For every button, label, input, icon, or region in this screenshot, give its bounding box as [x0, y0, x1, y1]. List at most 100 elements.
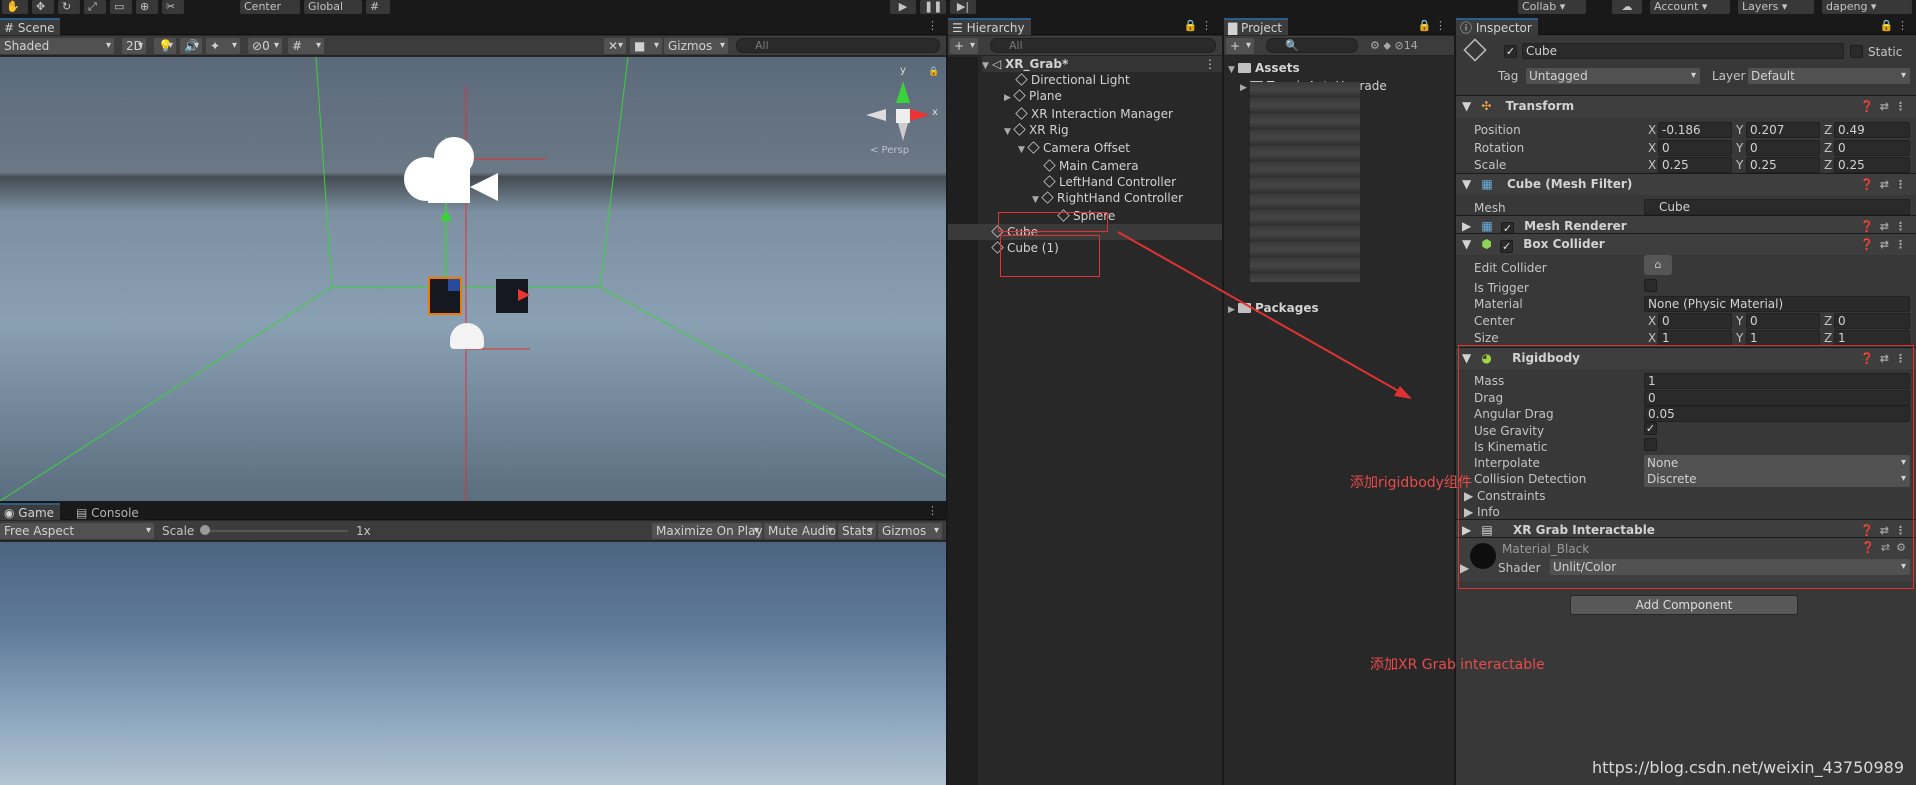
foldout-arrow-icon[interactable]: ▼: [1456, 177, 1471, 191]
tab-game[interactable]: ◉ Game: [0, 503, 61, 520]
camera-gizmo-icon[interactable]: [404, 137, 500, 207]
pivot-center-toggle[interactable]: Center: [240, 0, 300, 14]
mute-audio-toggle[interactable]: Mute Audio: [764, 523, 836, 539]
rotation-y-field[interactable]: 0: [1746, 140, 1820, 156]
scene-viewport[interactable]: y x < Persp 🔒: [0, 57, 946, 501]
project-menu-icon[interactable]: 🔒 ⋮: [1418, 19, 1446, 32]
hierarchy-item-main-camera[interactable]: Main Camera: [982, 158, 1222, 174]
gizmo-center-cube-icon[interactable]: [896, 109, 910, 123]
rect-tool-icon[interactable]: ▭: [110, 0, 132, 14]
collapse-arrow-icon[interactable]: ▼: [1228, 62, 1238, 78]
hierarchy-item-xr-interaction-manager[interactable]: XR Interaction Manager: [982, 106, 1222, 122]
scale-slider-thumb[interactable]: [200, 525, 210, 535]
hierarchy-item-xr-rig[interactable]: ▼ XR Rig: [982, 122, 1222, 140]
layer-dropdown[interactable]: Default: [1748, 68, 1910, 84]
gizmo-x-cone-icon[interactable]: [910, 109, 930, 121]
game-menu-icon[interactable]: ⋮: [927, 504, 938, 517]
pivot-global-toggle[interactable]: Global: [304, 0, 362, 14]
tag-dropdown[interactable]: Untagged: [1526, 68, 1700, 84]
maximize-on-play-toggle[interactable]: Maximize On Play: [652, 523, 763, 539]
assets-folder[interactable]: ▼ Assets: [1228, 60, 1454, 78]
hidden-objects-toggle[interactable]: ⊘0: [248, 38, 282, 54]
position-y-field[interactable]: 0.207: [1746, 122, 1820, 138]
mesh-filter-header[interactable]: ▼ ▦ Cube (Mesh Filter) ❓⇄⋮: [1456, 173, 1916, 195]
foldout-arrow-icon[interactable]: ▼: [1456, 237, 1471, 251]
aspect-dropdown[interactable]: Free Aspect: [0, 523, 154, 539]
component-menu-icons[interactable]: ❓⇄⋮: [1860, 234, 1912, 255]
layers-dropdown[interactable]: Layers ▾: [1738, 0, 1814, 14]
gizmo-neg-y-cone-icon[interactable]: [898, 123, 908, 141]
collapse-arrow-icon[interactable]: ▼: [1032, 192, 1042, 208]
tab-hierarchy[interactable]: ☰ Hierarchy: [948, 18, 1031, 35]
gizmo-lock-icon[interactable]: 🔒: [928, 67, 939, 77]
scale-y-field[interactable]: 0.25: [1746, 157, 1820, 173]
center-z-field[interactable]: 0: [1834, 313, 1910, 329]
orientation-gizmo[interactable]: y x < Persp 🔒: [862, 65, 942, 156]
center-y-field[interactable]: 0: [1746, 313, 1820, 329]
transform-header[interactable]: ▼ ✣ Transform ❓⇄⋮: [1456, 95, 1916, 117]
tab-console[interactable]: ▤ Console: [72, 503, 145, 520]
audio-icon[interactable]: 🔊: [180, 38, 202, 54]
add-component-button[interactable]: Add Component: [1570, 595, 1798, 615]
foldout-arrow-icon[interactable]: ▶: [1456, 219, 1471, 233]
mesh-field[interactable]: Cube: [1644, 199, 1910, 215]
hierarchy-add-button[interactable]: +: [950, 38, 978, 54]
scale-tool-icon[interactable]: ⤢: [84, 0, 106, 14]
static-checkbox[interactable]: [1850, 45, 1863, 58]
hand-tool-icon[interactable]: ✋: [2, 0, 28, 14]
rotation-x-field[interactable]: 0: [1658, 140, 1732, 156]
y-axis-handle-icon[interactable]: [440, 209, 452, 221]
scene-root-item[interactable]: ▼ ◁ XR_Grab* ⋮: [982, 56, 1222, 72]
project-add-button[interactable]: +: [1226, 38, 1254, 54]
box-collider-header[interactable]: ▼ ⬢ ✓ Box Collider ❓⇄⋮: [1456, 233, 1916, 255]
collapse-arrow-icon[interactable]: ▼: [1018, 142, 1028, 158]
game-viewport[interactable]: [0, 542, 946, 785]
box-collider-enabled-checkbox[interactable]: ✓: [1500, 240, 1514, 253]
transform-tool-icon[interactable]: ⊕: [136, 0, 158, 14]
component-menu-icons[interactable]: ❓⇄⋮: [1860, 96, 1912, 117]
move-tool-icon[interactable]: ✥: [32, 0, 54, 14]
custom-tool-icon[interactable]: ✂: [162, 0, 184, 14]
tab-inspector[interactable]: ⓘ Inspector: [1456, 18, 1538, 35]
scale-x-field[interactable]: 0.25: [1658, 157, 1732, 173]
object-name-field[interactable]: Cube: [1522, 43, 1844, 59]
size-y-field[interactable]: 1: [1746, 330, 1820, 346]
tools-icon[interactable]: ✕: [604, 38, 626, 54]
play-button[interactable]: ▶: [890, 0, 916, 14]
grid-snap-icon[interactable]: #: [366, 0, 390, 14]
foldout-arrow-icon[interactable]: ▼: [1456, 99, 1471, 113]
hierarchy-item-righthand-controller[interactable]: ▼ RightHand Controller: [982, 190, 1222, 208]
x-axis-handle-icon[interactable]: [518, 289, 530, 301]
hierarchy-item-camera-offset[interactable]: ▼ Camera Offset: [982, 140, 1222, 158]
scale-slider-track[interactable]: [202, 530, 348, 532]
position-z-field[interactable]: 0.49: [1834, 122, 1910, 138]
rotation-z-field[interactable]: 0: [1834, 140, 1910, 156]
physic-material-field[interactable]: None (Physic Material): [1644, 296, 1910, 312]
2d-toggle[interactable]: 2D: [122, 38, 146, 54]
tab-project[interactable]: ▇ Project: [1224, 18, 1289, 35]
gizmo-y-cone-icon[interactable]: [896, 81, 910, 103]
scale-z-field[interactable]: 0.25: [1834, 157, 1910, 173]
scene-root-menu-icon[interactable]: ⋮: [1204, 56, 1216, 72]
effects-icon[interactable]: ✦: [206, 38, 240, 54]
component-menu-icons[interactable]: ❓⇄⋮: [1860, 174, 1912, 195]
hierarchy-item-plane[interactable]: ▶ Plane: [982, 88, 1222, 106]
size-z-field[interactable]: 1: [1834, 330, 1910, 346]
account-dropdown[interactable]: Account ▾: [1650, 0, 1730, 14]
gizmo-neg-x-cone-icon[interactable]: [866, 109, 886, 121]
camera-icon[interactable]: ■: [630, 38, 662, 54]
persp-label[interactable]: < Persp: [870, 145, 909, 156]
step-button[interactable]: ▶|: [950, 0, 976, 14]
position-x-field[interactable]: -0.186: [1658, 122, 1732, 138]
expand-arrow-icon[interactable]: ▶: [1004, 90, 1014, 106]
collapse-arrow-icon[interactable]: ▼: [1004, 124, 1014, 140]
center-x-field[interactable]: 0: [1658, 313, 1732, 329]
object-active-checkbox[interactable]: ✓: [1504, 45, 1517, 58]
hierarchy-search-input[interactable]: All: [990, 38, 1216, 53]
hierarchy-item-lefthand-controller[interactable]: LeftHand Controller: [982, 174, 1222, 190]
project-search-input[interactable]: 🔍: [1266, 38, 1358, 53]
shading-mode-dropdown[interactable]: Shaded: [0, 38, 114, 54]
sphere-object[interactable]: [450, 323, 484, 349]
cloud-icon[interactable]: ☁: [1612, 0, 1642, 14]
layout-dropdown[interactable]: dapeng ▾: [1822, 0, 1912, 14]
